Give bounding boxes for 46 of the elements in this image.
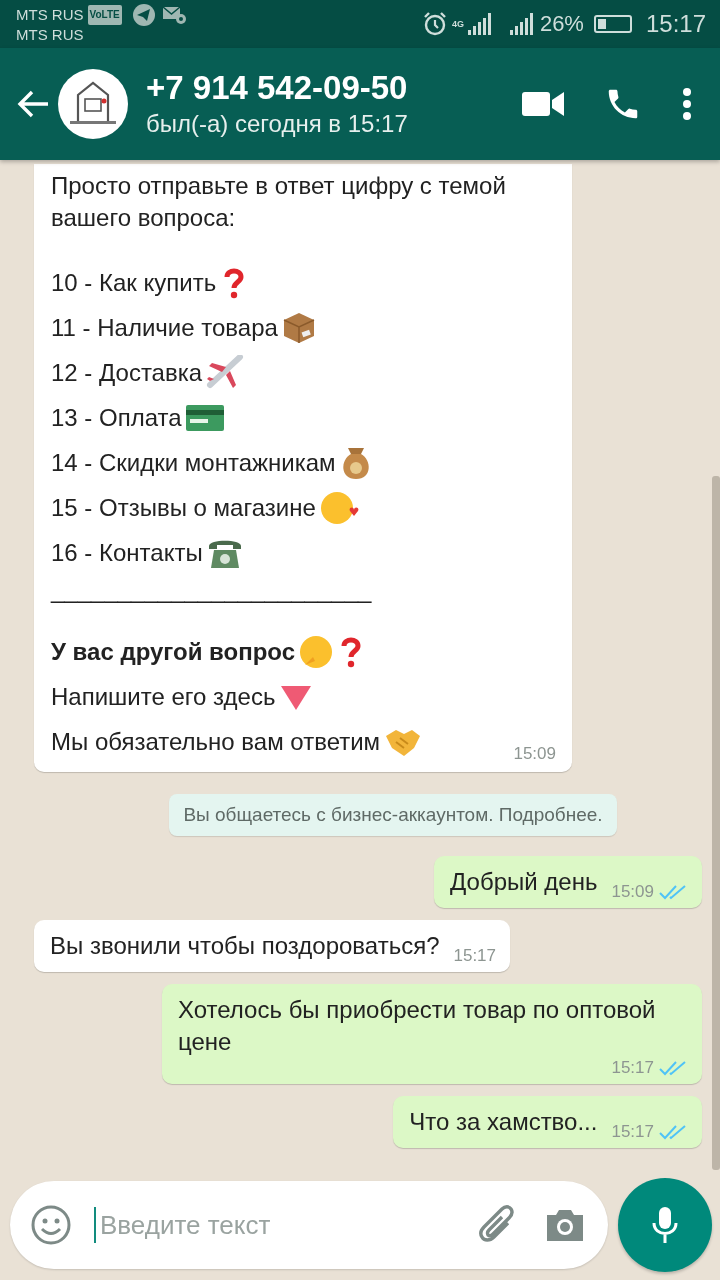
separator-line: ________________________ xyxy=(51,575,373,605)
volte-badge: VoLTE xyxy=(87,5,122,25)
avatar-logo-drawing[interactable] xyxy=(58,69,128,139)
network-type: 4G xyxy=(451,19,464,29)
signal-icon xyxy=(467,12,494,36)
menu-option: 11 - Наличие товара xyxy=(51,313,278,342)
back-arrow-icon[interactable] xyxy=(16,89,50,119)
video-call-icon[interactable] xyxy=(522,90,564,118)
last-seen: был(-а) сегодня в 15:17 xyxy=(146,109,409,139)
menu-option: 10 - Как купить xyxy=(51,268,217,297)
more-menu-icon[interactable] xyxy=(682,87,692,121)
message-time: 15:09 xyxy=(611,882,654,902)
system-notice[interactable]: Вы общаетесь с бизнес-аккаунтом. Подробнее. xyxy=(169,794,617,836)
carrier-name: MTS RUS xyxy=(16,6,84,24)
paper-plane-icon xyxy=(131,3,156,27)
menu-option: 12 - Доставка xyxy=(51,358,203,387)
emoji-icon[interactable] xyxy=(30,1204,72,1246)
battery-icon xyxy=(593,15,632,33)
message-time: 15:17 xyxy=(453,946,497,966)
message-text: Хотелось бы приобрести товар по оптовой цене xyxy=(178,995,657,1057)
signal-icon xyxy=(509,12,536,36)
message-text: Что за хамство... xyxy=(409,1107,598,1137)
menu-option: 16 - Контакты xyxy=(51,538,203,567)
message-text: Просто отправьте в ответ цифру с темой вашего вопроса: xyxy=(51,171,507,233)
message-text: Вы звонили чтобы поздороваться? xyxy=(50,931,440,961)
airplane-icon xyxy=(206,354,245,391)
message-input-field[interactable]: Введите текст xyxy=(98,1208,478,1242)
microphone-icon xyxy=(651,1205,679,1245)
message-line: У вас другой вопрос xyxy=(51,637,296,666)
menu-option: 15 - Отзывы о магазине xyxy=(51,493,316,522)
clock-time: 15:17 xyxy=(645,10,706,38)
message-time: 15:17 xyxy=(611,1058,654,1078)
camera-icon[interactable] xyxy=(544,1207,586,1243)
message-text: Добрый день xyxy=(450,867,598,897)
message-line: Напишите его здесь xyxy=(51,682,276,711)
menu-option: 13 - Оплата xyxy=(51,403,182,432)
message-line: Мы обязательно вам ответим xyxy=(51,727,381,756)
carrier-name: MTS RUS xyxy=(16,26,85,44)
mail-gear-icon xyxy=(161,4,188,26)
message-time: 15:17 xyxy=(611,1122,654,1142)
battery-percent: 26% xyxy=(539,11,584,37)
package-icon xyxy=(281,310,316,345)
credit-card-icon xyxy=(185,404,224,431)
menu-option: 14 - Скидки монтажникам xyxy=(51,448,336,477)
message-time: 15:09 xyxy=(513,744,556,764)
contact-phone[interactable]: +7 914 542-09-50 xyxy=(146,68,522,108)
